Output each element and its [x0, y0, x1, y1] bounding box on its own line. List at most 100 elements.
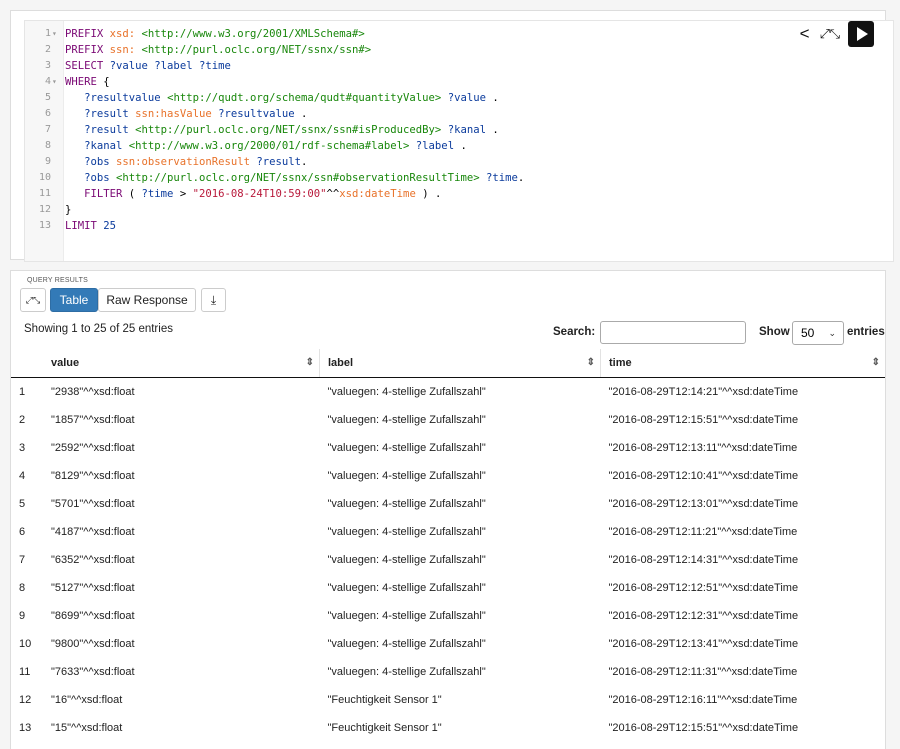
code-text: FILTER ( ?time > "2016-08-24T10:59:00"^^…	[65, 186, 441, 202]
code-token: ?obs	[65, 172, 117, 184]
code-token: ?label	[409, 140, 461, 152]
code-token: ?value ?label ?time	[109, 60, 231, 72]
column-header-label[interactable]: label ⇕	[319, 349, 601, 378]
label-cell: "valuegen: 4-stellige Zufallszahl"	[327, 554, 486, 566]
search-label: Search:	[553, 326, 596, 338]
line-number: 11	[38, 188, 51, 199]
code-token: .	[301, 156, 308, 168]
value-cell: "1857"^^xsd:float	[51, 414, 135, 426]
code-token: <http://qudt.org/schema/qudt#quantityVal…	[167, 92, 442, 104]
code-token: ?result	[249, 156, 301, 168]
table-row: 3 "2592"^^xsd:float "valuegen: 4-stellige …	[11, 434, 885, 462]
run-query-button[interactable]	[848, 21, 874, 47]
code-text: }	[65, 202, 71, 218]
value-cell: "16"^^xsd:float	[51, 694, 123, 706]
line-number: 1	[44, 28, 51, 39]
table-row: 12 "16"^^xsd:float "Feuchtigkeit Sensor 1"…	[11, 686, 885, 714]
code-token: {	[103, 76, 110, 88]
row-number-cell: 1	[19, 386, 26, 398]
line-number: 5	[44, 92, 51, 103]
row-number-cell: 9	[19, 610, 26, 622]
code-token: ?result	[65, 124, 136, 136]
row-number-header	[11, 349, 43, 378]
code-text: LIMIT 25	[65, 218, 116, 234]
code-token: ssn:observationResult	[116, 156, 250, 168]
code-token: ?obs	[65, 156, 117, 168]
fullscreen-icon: ⤢⤡	[25, 295, 41, 305]
results-table-body: 1 "2938"^^xsd:float "valuegen: 4-stellige …	[11, 378, 885, 743]
row-number-cell: 10	[19, 638, 32, 650]
code-token: <http://purl.oclc.org/NET/ssnx/ssn#obser…	[116, 172, 480, 184]
search-input[interactable]	[600, 321, 746, 344]
share-icon[interactable]: <	[800, 24, 810, 44]
label-cell: "valuegen: 4-stellige Zufallszahl"	[327, 582, 486, 594]
code-token: ssn:hasValue	[135, 108, 212, 120]
code-token: <http://www.w3.org/2001/XMLSchema#>	[135, 28, 365, 40]
code-token: }	[65, 204, 72, 216]
code-token: ?kanal	[441, 124, 493, 136]
line-number: 6	[44, 108, 51, 119]
table-row: 2 "1857"^^xsd:float "valuegen: 4-stellige …	[11, 406, 885, 434]
table-row: 10 "9800"^^xsd:float "valuegen: 4-stellige…	[11, 630, 885, 658]
results-fullscreen-button[interactable]: ⤢⤡	[20, 288, 46, 312]
entries-per-page-select[interactable]: 50 ⌄	[792, 321, 844, 345]
sort-icon: ⇕	[871, 357, 880, 368]
fold-marker[interactable]: ▾	[52, 26, 62, 42]
column-header-time[interactable]: time ⇕	[600, 349, 885, 378]
value-cell: "7633"^^xsd:float	[51, 666, 135, 678]
code-text: PREFIX ssn: <http://purl.oclc.org/NET/ss…	[65, 42, 371, 58]
code-text: ?result <http://purl.oclc.org/NET/ssnx/s…	[65, 122, 499, 138]
tab-raw-response[interactable]: Raw Response	[98, 288, 196, 312]
show-label: Show	[759, 326, 790, 338]
table-row: 1 "2938"^^xsd:float "valuegen: 4-stellige …	[11, 378, 885, 407]
value-cell: "2592"^^xsd:float	[51, 442, 135, 454]
table-row: 7 "6352"^^xsd:float "valuegen: 4-stellige …	[11, 546, 885, 574]
label-cell: "Feuchtigkeit Sensor 1"	[327, 722, 442, 734]
time-cell: "2016-08-29T12:10:41"^^xsd:dateTime	[608, 470, 799, 482]
code-token: PREFIX	[65, 28, 110, 40]
table-row: 5 "5701"^^xsd:float "valuegen: 4-stellige …	[11, 490, 885, 518]
row-number-cell: 6	[19, 526, 26, 538]
code-text: ?result ssn:hasValue ?resultvalue .	[65, 106, 307, 122]
code-token: xsd:	[109, 28, 136, 40]
line-number: 9	[44, 156, 51, 167]
label-cell: "valuegen: 4-stellige Zufallszahl"	[327, 386, 486, 398]
code-token: ?resultvalue	[211, 108, 302, 120]
code-token: ?kanal	[65, 140, 129, 152]
code-token: .	[492, 124, 499, 136]
line-number: 13	[38, 220, 51, 231]
code-token: .	[517, 172, 525, 184]
label-cell: "valuegen: 4-stellige Zufallszahl"	[327, 526, 486, 538]
fold-marker[interactable]: ▾	[52, 74, 62, 90]
code-token: ssn:	[109, 44, 136, 56]
download-button[interactable]: ⤓	[201, 288, 226, 312]
time-cell: "2016-08-29T12:16:11"^^xsd:dateTime	[608, 694, 798, 706]
label-cell: "valuegen: 4-stellige Zufallszahl"	[327, 470, 486, 482]
label-cell: "valuegen: 4-stellige Zufallszahl"	[327, 610, 486, 622]
fullscreen-icon[interactable]: ⤢ ⤡	[820, 26, 840, 42]
code-token: SELECT	[65, 60, 110, 72]
code-token: .	[492, 92, 499, 104]
code-token: .	[460, 140, 467, 152]
code-token: ?value	[441, 92, 493, 104]
value-cell: "9800"^^xsd:float	[51, 638, 135, 650]
time-cell: "2016-08-29T12:14:31"^^xsd:dateTime	[608, 554, 799, 566]
code-token: ?time	[479, 172, 518, 184]
table-row: 11 "7633"^^xsd:float "valuegen: 4-stellige…	[11, 658, 885, 686]
results-table: value ⇕ label ⇕ time ⇕ 1 "2938"^^xsd:float "v…	[11, 349, 885, 742]
tab-table[interactable]: Table	[50, 288, 98, 312]
code-token: FILTER	[65, 188, 129, 200]
line-number: 7	[44, 124, 51, 135]
time-cell: "2016-08-29T12:13:01"^^xsd:dateTime	[608, 498, 799, 510]
code-text: ?obs ssn:observationResult ?result.	[65, 154, 307, 170]
entries-label: entries	[847, 326, 885, 338]
row-number-cell: 5	[19, 498, 26, 510]
line-number: 8	[44, 140, 51, 151]
label-cell: "valuegen: 4-stellige Zufallszahl"	[327, 414, 486, 426]
code-token: 25	[103, 220, 117, 232]
time-cell: "2016-08-29T12:11:31"^^xsd:dateTime	[608, 666, 798, 678]
sparql-code-editor[interactable]: 1 ▾ PREFIX xsd: <http://www.w3.org/2001/XM…	[24, 20, 894, 262]
table-row: 6 "4187"^^xsd:float "valuegen: 4-stellige …	[11, 518, 885, 546]
column-header-value[interactable]: value ⇕	[43, 349, 320, 378]
code-token: WHERE	[65, 76, 104, 88]
